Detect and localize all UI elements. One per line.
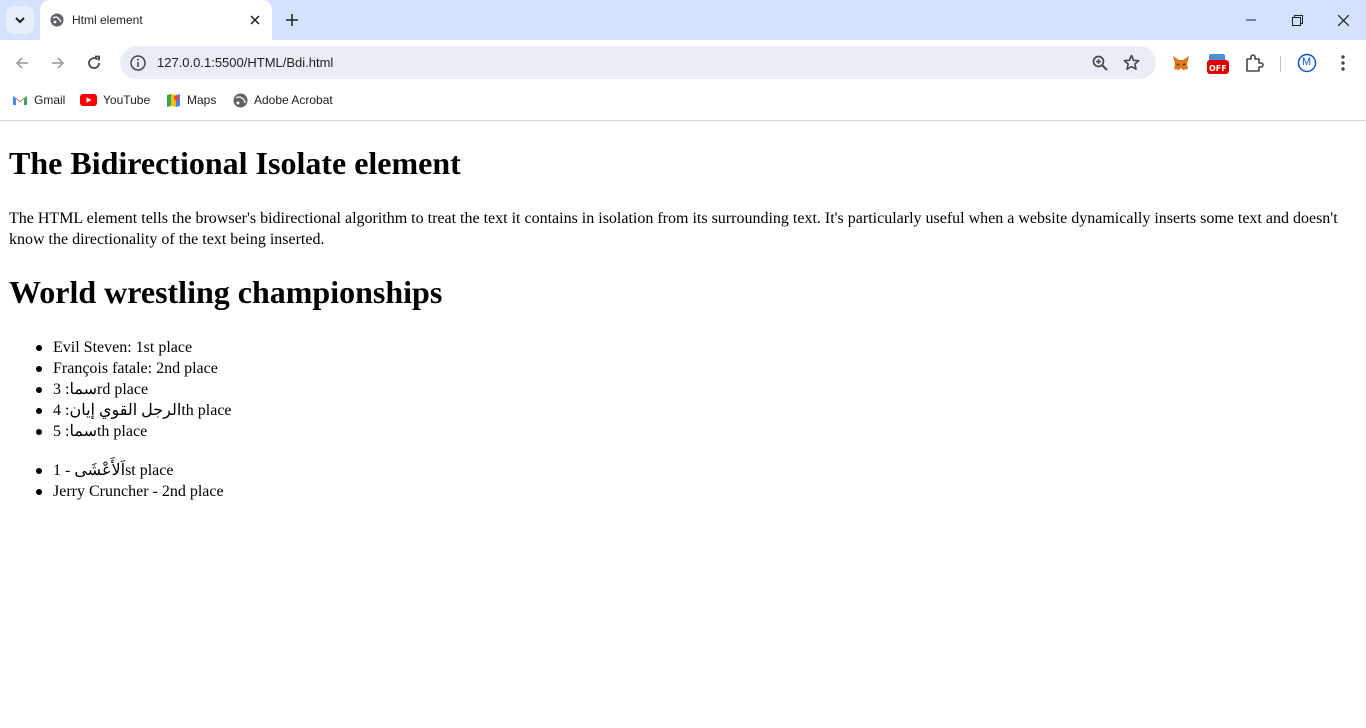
globe-icon	[50, 13, 64, 27]
menu-button[interactable]	[1332, 52, 1354, 74]
restore-button[interactable]	[1274, 0, 1320, 40]
new-tab-button[interactable]	[282, 10, 302, 30]
globe-icon	[233, 93, 248, 107]
close-icon	[1337, 14, 1349, 26]
list-item: اَلأَعْشَى - 1st place	[36, 460, 224, 481]
ranking-list-2: اَلأَعْشَى - 1st place Jerry Cruncher - …	[36, 460, 224, 502]
reload-button[interactable]	[80, 49, 108, 77]
section-title: World wrestling championships	[9, 274, 443, 310]
profile-button[interactable]: M	[1296, 52, 1318, 74]
star-icon	[1123, 54, 1140, 70]
puzzle-icon	[1246, 54, 1264, 72]
bookmark-adobe-acrobat[interactable]: Adobe Acrobat	[233, 86, 333, 114]
page-title: The Bidirectional Isolate element	[9, 145, 461, 181]
bookmark-label: Gmail	[34, 93, 66, 107]
arrow-right-icon	[52, 57, 65, 69]
restore-icon	[1291, 14, 1303, 26]
tab-title: Html element	[72, 13, 143, 27]
minimize-icon	[1246, 19, 1256, 21]
zoom-icon	[1092, 55, 1108, 71]
toolbar-divider	[1280, 56, 1281, 72]
active-tab[interactable]: Html element	[40, 0, 272, 40]
back-button[interactable]	[8, 49, 36, 77]
profile-initial: M	[1302, 56, 1312, 68]
intro-paragraph: The HTML element tells the browser's bid…	[9, 210, 1338, 248]
gmail-icon	[13, 96, 27, 105]
list-item: Evil Steven: 1st place	[36, 337, 232, 358]
toolbar: 127.0.0.1:5500/HTML/Bdi.html OFF M	[0, 40, 1366, 86]
bookmark-youtube[interactable]: YouTube	[80, 86, 150, 114]
bookmarks-bar: Gmail YouTube Maps Adobe Acrobat	[0, 86, 1366, 121]
address-bar[interactable]: 127.0.0.1:5500/HTML/Bdi.html	[120, 46, 1156, 79]
close-window-button[interactable]	[1320, 0, 1366, 40]
chevron-down-icon	[15, 17, 25, 24]
list-item: Jerry Cruncher - 2nd place	[36, 483, 224, 500]
tab-search-button[interactable]	[6, 6, 34, 34]
fox-icon	[1173, 56, 1189, 70]
tab-strip: Html element	[0, 0, 1366, 40]
url-text[interactable]: 127.0.0.1:5500/HTML/Bdi.html	[157, 55, 333, 70]
bookmark-label: Maps	[187, 93, 217, 107]
close-icon	[250, 15, 260, 25]
bookmark-label: YouTube	[103, 93, 151, 107]
metamask-extension-button[interactable]	[1170, 52, 1192, 74]
list-item: François fatale: 2nd place	[36, 358, 232, 379]
extension-badge: OFF	[1209, 64, 1227, 73]
extension-toggle-button[interactable]: OFF	[1206, 52, 1230, 74]
extensions-button[interactable]	[1243, 52, 1265, 74]
info-icon	[129, 54, 146, 71]
minimize-button[interactable]	[1228, 0, 1274, 40]
list-item: سما: 5th place	[36, 421, 232, 442]
bookmark-maps[interactable]: Maps	[166, 86, 216, 114]
maps-icon	[167, 93, 180, 107]
more-vert-icon	[1341, 55, 1345, 71]
tab-close-button[interactable]	[246, 11, 264, 29]
site-info-button[interactable]	[128, 53, 147, 72]
list-item: 3 :سما‬rd place	[36, 379, 232, 400]
ranking-list: Evil Steven: 1st place François fatale: …	[36, 337, 232, 442]
list-item: الرجل القوي إيان: 4th place	[36, 402, 232, 419]
bookmark-star-button[interactable]	[1122, 53, 1141, 72]
reload-icon	[88, 55, 100, 69]
zoom-button[interactable]	[1090, 53, 1109, 72]
bookmark-gmail[interactable]: Gmail	[12, 86, 65, 114]
arrow-left-icon	[15, 57, 28, 69]
youtube-icon	[80, 94, 97, 106]
plus-icon	[286, 14, 298, 26]
page-content: The Bidirectional Isolate element The HT…	[0, 121, 1366, 728]
bookmark-label: Adobe Acrobat	[254, 93, 333, 107]
forward-button[interactable]	[44, 49, 72, 77]
